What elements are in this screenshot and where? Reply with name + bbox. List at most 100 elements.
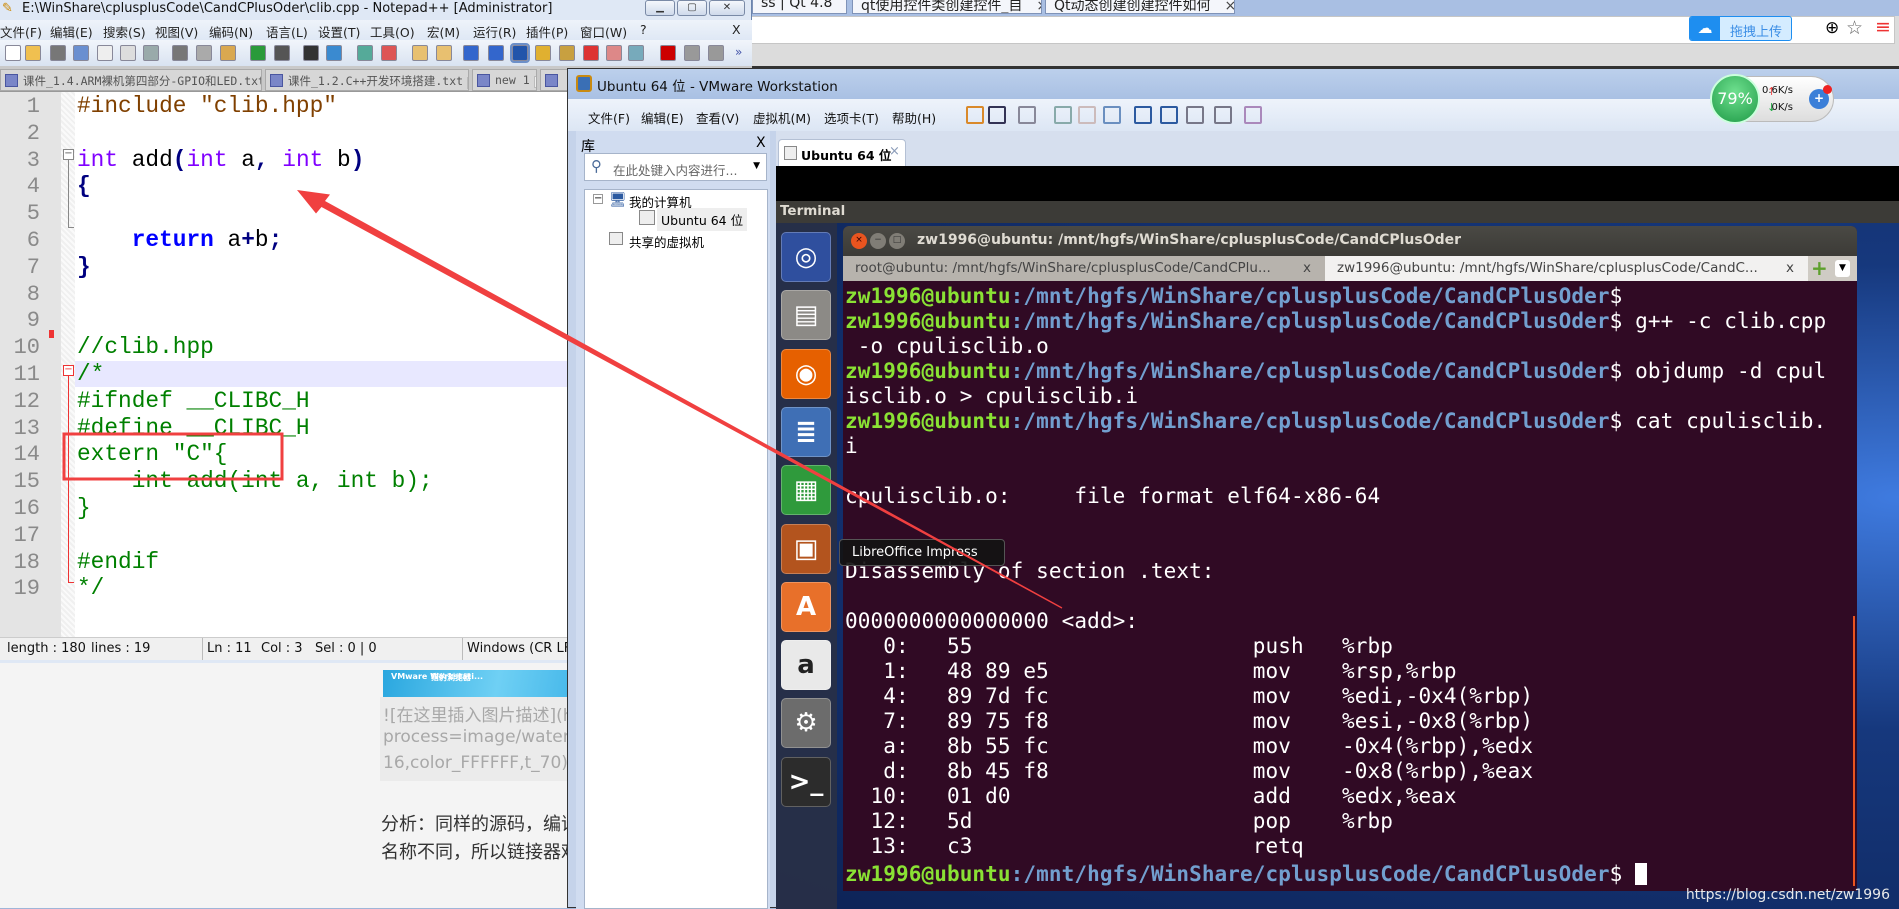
library-search-input[interactable]: ⚲ 在此处键入内容进行... ▼ [584, 153, 767, 181]
fold-collapse-icon[interactable]: − [63, 149, 74, 160]
markdown-image-block[interactable]: ![在这里插入图片描述](h process=image/waterma 16,… [380, 697, 596, 781]
close-document-button[interactable]: X [732, 22, 741, 37]
word-wrap-icon[interactable] [463, 45, 479, 61]
open-file-icon[interactable] [25, 45, 41, 61]
sync-vertical-icon[interactable] [412, 45, 428, 61]
menu-edit[interactable]: 编辑(E) [641, 108, 684, 127]
console-view-icon[interactable] [1244, 106, 1262, 124]
libreoffice-writer-icon[interactable]: ≣ [781, 406, 831, 457]
manage-snapshots-icon[interactable] [1103, 106, 1121, 124]
tree-item-ubuntu[interactable]: Ubuntu 64 位 [657, 208, 748, 231]
thumbnail-bar-icon[interactable] [1160, 106, 1178, 124]
scrollbar[interactable] [1853, 616, 1855, 886]
close-icon[interactable]: × [1036, 0, 1041, 13]
menu-view[interactable]: 查看(V) [696, 108, 739, 127]
menu-encoding[interactable]: 编码(N) [209, 22, 253, 41]
unity-icon[interactable] [1214, 106, 1232, 124]
tab-arm-gpio[interactable]: 课件_1.4.ARM裸机第四部分-GPIO和LED.txtx [0, 69, 262, 91]
cut-icon[interactable] [172, 45, 188, 61]
full-screen-icon[interactable] [1186, 106, 1204, 124]
browser-tab[interactable]: qt使用控件类创建控件_自 × [852, 0, 1042, 14]
menu-file[interactable]: 文件(F) [0, 22, 42, 41]
files-icon[interactable]: ▤ [781, 290, 831, 341]
network-speed-widget[interactable]: 79% ↑ ↓ 0.6K/s 0K/s + [1710, 74, 1834, 124]
menu-view[interactable]: 视图(V) [155, 22, 198, 41]
close-icon[interactable] [97, 45, 113, 61]
close-tab-button[interactable]: × [889, 144, 900, 159]
libreoffice-impress-icon[interactable]: ▣ [781, 523, 831, 574]
browser-tab[interactable]: Qt动态创建创建控件如何 × [1045, 0, 1235, 14]
find-icon[interactable] [303, 45, 319, 61]
minimize-button[interactable]: − [870, 233, 886, 249]
toolbar-more-icon[interactable]: » [735, 45, 751, 61]
close-library-button[interactable]: X [756, 135, 766, 151]
revert-snapshot-icon[interactable] [1078, 106, 1096, 124]
user-language-icon[interactable] [535, 45, 551, 61]
menu-settings[interactable]: 设置(T) [318, 22, 360, 41]
close-button[interactable]: ✕ [709, 0, 745, 16]
tab-cpp-env[interactable]: 课件_1.2.C++开发环境搭建.txtx [265, 69, 469, 91]
indent-guide-icon[interactable] [510, 43, 530, 63]
copy-icon[interactable] [196, 45, 212, 61]
menu-tabs[interactable]: 选项卡(T) [824, 108, 879, 127]
document-map-icon[interactable] [559, 45, 575, 61]
stop-macro-icon[interactable] [684, 45, 700, 61]
zoom-in-icon[interactable] [357, 45, 373, 61]
new-tab-icon[interactable]: + [1811, 256, 1828, 280]
menu-run[interactable]: 运行(R) [473, 22, 516, 41]
tab-new-1[interactable]: new 1x [472, 69, 537, 91]
menu-tools[interactable]: 工具(O) [370, 22, 415, 41]
close-icon[interactable]: x [467, 77, 468, 89]
folder-workspace-icon[interactable] [606, 45, 622, 61]
amazon-icon[interactable]: a [781, 640, 831, 691]
play-macro-icon[interactable] [708, 45, 724, 61]
monitoring-icon[interactable] [628, 45, 644, 61]
new-file-icon[interactable] [5, 45, 21, 61]
show-library-icon[interactable] [1134, 106, 1152, 124]
sync-horizontal-icon[interactable] [436, 45, 452, 61]
software-center-icon[interactable]: A [781, 581, 831, 632]
menu-edit[interactable]: 编辑(E) [50, 22, 93, 41]
show-all-chars-icon[interactable] [488, 45, 504, 61]
paste-icon[interactable] [220, 45, 236, 61]
print-icon[interactable] [143, 45, 159, 61]
close-icon[interactable]: × [846, 0, 847, 11]
tree-collapse-icon[interactable]: − [593, 194, 603, 204]
menu-help[interactable]: 帮助(H) [892, 108, 936, 127]
menu-vm[interactable]: 虚拟机(M) [753, 108, 811, 127]
close-icon[interactable]: x [533, 76, 536, 88]
terminal-tab-root[interactable]: root@ubuntu: /mnt/hgfs/WinShare/cplusplu… [843, 256, 1325, 281]
menu-macro[interactable]: 宏(M) [427, 22, 460, 41]
send-ctrl-alt-del-icon[interactable] [1018, 106, 1036, 124]
replace-icon[interactable] [326, 45, 342, 61]
pause-dropdown-icon[interactable] [988, 106, 1006, 124]
redo-icon[interactable] [274, 45, 290, 61]
maximize-button[interactable]: □ [889, 233, 905, 249]
vm-screen[interactable]: Terminal ◎ ▤ ◉ ≣ ▦ ▣ Aa ⚙ >_ × − □ zw1996@ubuntu… [776, 166, 1899, 909]
save-all-icon[interactable] [73, 45, 89, 61]
tab-list-dropdown-icon[interactable]: ▼ [1835, 260, 1850, 277]
terminal-tab-zw1996[interactable]: zw1996@ubuntu: /mnt/hgfs/WinShare/cplusp… [1325, 256, 1808, 281]
close-icon[interactable]: × [1225, 0, 1234, 13]
save-icon[interactable] [50, 45, 66, 61]
system-settings-icon[interactable]: ⚙ [781, 698, 831, 749]
browser-tab[interactable]: ss | Qt 4.8 × [752, 0, 847, 14]
libreoffice-calc-icon[interactable]: ▦ [781, 465, 831, 516]
close-button[interactable]: × [851, 233, 867, 249]
pause-icon[interactable] [966, 106, 984, 124]
menu-search[interactable]: 搜索(S) [103, 22, 146, 41]
close-tab-button[interactable]: x [1303, 260, 1311, 276]
maximize-button[interactable]: ▢ [677, 0, 707, 16]
star-icon[interactable]: ☆ [1846, 17, 1863, 39]
firefox-icon[interactable]: ◉ [781, 348, 831, 399]
terminal-icon[interactable]: >_ [781, 756, 831, 807]
menu-plugins[interactable]: 插件(P) [526, 22, 568, 41]
menu-window[interactable]: 窗口(W) [580, 22, 627, 41]
function-list-icon[interactable] [583, 45, 599, 61]
close-tab-button[interactable]: x [1786, 260, 1794, 276]
dropdown-icon[interactable]: ▼ [753, 161, 760, 171]
ubuntu-dash-icon[interactable]: ◎ [781, 232, 831, 282]
tree-item-shared-vms[interactable]: 共享的虚拟机 [629, 232, 704, 251]
menu-file[interactable]: 文件(F) [588, 108, 630, 127]
record-macro-icon[interactable] [660, 45, 676, 61]
